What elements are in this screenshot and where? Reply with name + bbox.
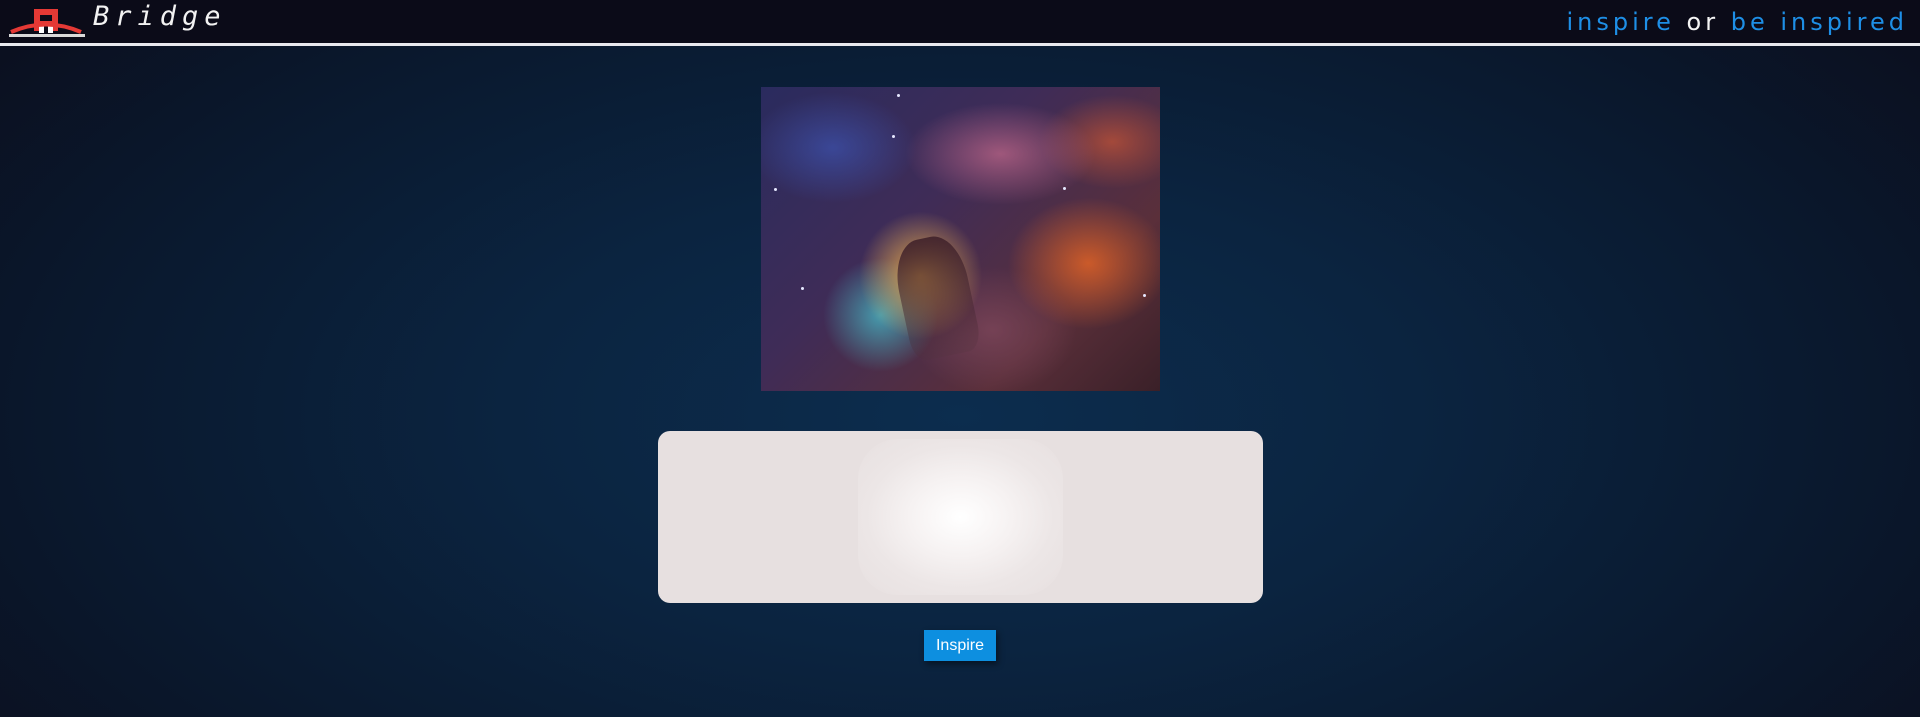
tagline-or-text: or <box>1686 8 1720 36</box>
tagline-inspire-link[interactable]: inspire <box>1567 8 1675 36</box>
star <box>801 287 804 290</box>
star <box>897 94 900 97</box>
top-bar: Bridge inspire or be inspired <box>0 0 1920 43</box>
star <box>1143 294 1146 297</box>
nebula-image <box>761 87 1160 391</box>
nebula-dust-streak <box>889 231 983 363</box>
inspire-button[interactable]: Inspire <box>924 630 996 661</box>
star <box>774 188 777 191</box>
star <box>892 135 895 138</box>
star <box>1063 187 1066 190</box>
tagline: inspire or be inspired <box>1567 4 1909 40</box>
bridge-logo-icon[interactable] <box>9 5 85 39</box>
tagline-be-inspired-link[interactable]: be inspired <box>1731 8 1908 36</box>
inspiration-card <box>658 431 1263 603</box>
header-divider <box>0 43 1920 46</box>
brand-title: Bridge <box>93 1 227 32</box>
loading-glow <box>858 439 1063 595</box>
